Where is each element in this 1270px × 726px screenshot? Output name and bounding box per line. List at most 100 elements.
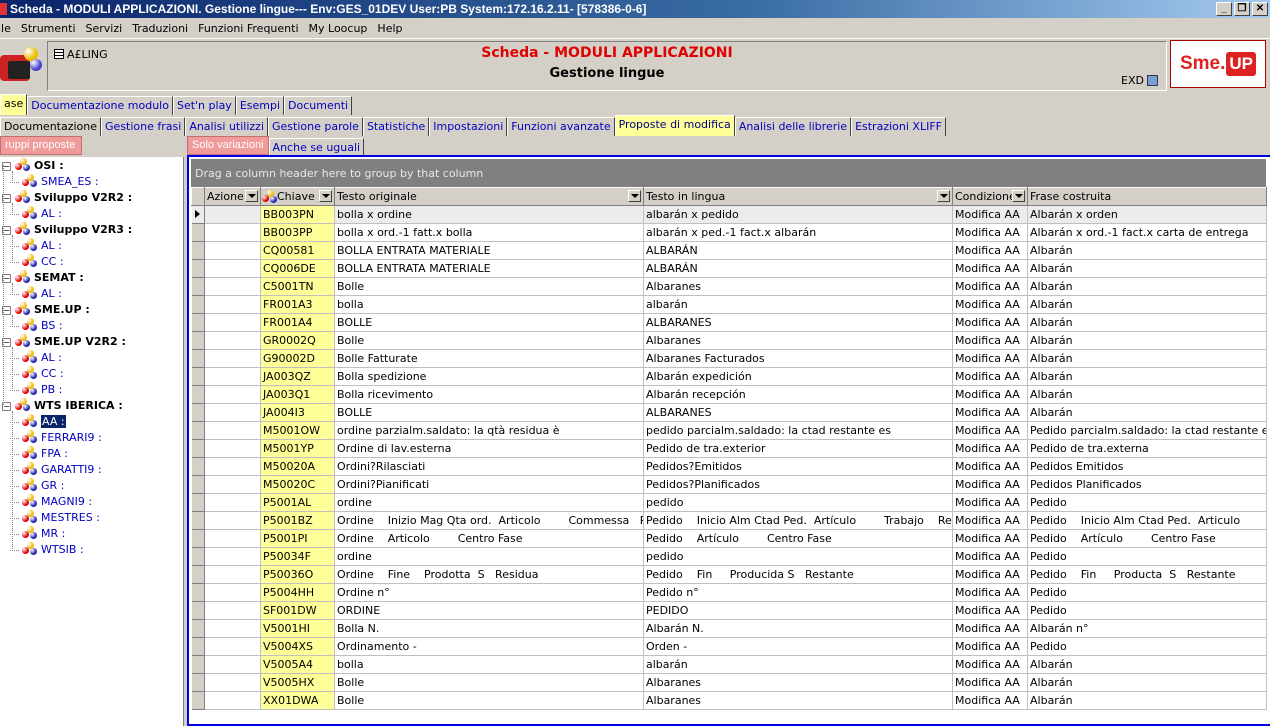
cell-testo-originale[interactable]: Bolla spedizione — [334, 367, 644, 386]
cell-testo-in-lingua[interactable]: Albaranes Facturados — [643, 349, 953, 368]
table-row[interactable]: CQ006DE BOLLA ENTRATA MATERIALE ALBARÁN Mod… — [191, 259, 1267, 278]
cell-testo-originale[interactable]: Ordine di lav.esterna — [334, 439, 644, 458]
cell-chiave[interactable]: M50020C — [260, 475, 335, 494]
row-selector[interactable] — [191, 655, 205, 674]
cell-chiave[interactable]: SF001DW — [260, 601, 335, 620]
column-header-testo-originale[interactable]: Testo originale — [334, 187, 644, 206]
cell-frase-costruita[interactable]: Albarán — [1027, 691, 1267, 710]
row-selector[interactable] — [191, 547, 205, 566]
cell-testo-originale[interactable]: bolla x ordine — [334, 205, 644, 224]
restore-button[interactable]: ❐ — [1234, 2, 1250, 16]
row-selector[interactable] — [191, 421, 205, 440]
table-row[interactable]: M5001YP Ordine di lav.esterna Pedido de tr… — [191, 439, 1267, 458]
cell-testo-originale[interactable]: Ordine Inizio Mag Qta ord. Articolo Comm… — [334, 511, 644, 530]
cell-condizione[interactable]: Modifica AA — [952, 223, 1028, 242]
table-row[interactable]: CQ00581 BOLLA ENTRATA MATERIALE ALBARÁN Mod… — [191, 241, 1267, 260]
cell-testo-originale[interactable]: ordine — [334, 547, 644, 566]
cell-testo-in-lingua[interactable]: albarán — [643, 295, 953, 314]
cell-condizione[interactable]: Modifica AA — [952, 565, 1028, 584]
row-selector[interactable] — [191, 619, 205, 638]
tree-group-node[interactable]: − SEMAT : — [2, 270, 84, 286]
cell-azione[interactable] — [204, 205, 261, 224]
tree-leaf-node[interactable]: CC : — [10, 366, 64, 382]
tree-leaf-node[interactable]: AL : — [10, 286, 62, 302]
cell-condizione[interactable]: Modifica AA — [952, 421, 1028, 440]
cell-condizione[interactable]: Modifica AA — [952, 349, 1028, 368]
menu-help[interactable]: Help — [372, 22, 407, 35]
cell-condizione[interactable]: Modifica AA — [952, 493, 1028, 512]
menu-traduzioni[interactable]: Traduzioni — [127, 22, 193, 35]
cell-azione[interactable] — [204, 619, 261, 638]
menu-servizi[interactable]: Servizi — [81, 22, 128, 35]
cell-testo-in-lingua[interactable]: Pedido n° — [643, 583, 953, 602]
filter-dropdown-icon[interactable] — [937, 190, 950, 202]
row-selector[interactable] — [191, 529, 205, 548]
cell-frase-costruita[interactable]: Albarán — [1027, 673, 1267, 692]
row-selector[interactable] — [191, 691, 205, 710]
cell-chiave[interactable]: V5005HX — [260, 673, 335, 692]
row-selector[interactable] — [191, 583, 205, 602]
cell-testo-originale[interactable]: BOLLA ENTRATA MATERIALE — [334, 259, 644, 278]
cell-chiave[interactable]: P5001AL — [260, 493, 335, 512]
cell-testo-in-lingua[interactable]: pedido — [643, 547, 953, 566]
tree-leaf-node[interactable]: MR : — [10, 526, 65, 542]
cell-testo-in-lingua[interactable]: Pedido Artículo Centro Fase — [643, 529, 953, 548]
cell-azione[interactable] — [204, 223, 261, 242]
cell-chiave[interactable]: P50036O — [260, 565, 335, 584]
cell-testo-in-lingua[interactable]: albarán x ped.-1 fact.x albarán — [643, 223, 953, 242]
tree-leaf-node[interactable]: GARATTI9 : — [10, 462, 102, 478]
tree-leaf-node[interactable]: SMEA_ES : — [10, 174, 99, 190]
cell-azione[interactable] — [204, 421, 261, 440]
row-selector[interactable] — [191, 349, 205, 368]
cell-azione[interactable] — [204, 331, 261, 350]
tree-leaf-node[interactable]: WTSIB : — [10, 542, 84, 558]
cell-condizione[interactable]: Modifica AA — [952, 637, 1028, 656]
cell-chiave[interactable]: G90002D — [260, 349, 335, 368]
tab-estrazioni-xliff[interactable]: Estrazioni XLIFF — [851, 117, 946, 136]
filter-dropdown-icon[interactable] — [245, 190, 258, 202]
table-row[interactable]: M5001OW ordine parzialm.saldato: la qtà r… — [191, 421, 1267, 440]
cell-testo-originale[interactable]: bolla — [334, 295, 644, 314]
tree-leaf-node[interactable]: AA : — [10, 414, 66, 430]
cell-chiave[interactable]: V5004XS — [260, 637, 335, 656]
cell-azione[interactable] — [204, 601, 261, 620]
column-header-condizione[interactable]: Condizione — [952, 187, 1028, 206]
tab-proposte-di-modifica[interactable]: Proposte di modifica — [614, 115, 735, 136]
table-row[interactable]: G90002D Bolle Fatturate Albaranes Facturad… — [191, 349, 1267, 368]
cell-condizione[interactable]: Modifica AA — [952, 547, 1028, 566]
cell-chiave[interactable]: P5004HH — [260, 583, 335, 602]
cell-testo-originale[interactable]: ORDINE — [334, 601, 644, 620]
cell-azione[interactable] — [204, 529, 261, 548]
table-row[interactable]: XX01DWA Bolle Albaranes Modifica AA Albarán — [191, 691, 1267, 710]
cell-testo-originale[interactable]: BOLLE — [334, 403, 644, 422]
cell-testo-originale[interactable]: bolla — [334, 655, 644, 674]
cell-testo-originale[interactable]: Bolle — [334, 673, 644, 692]
row-selector[interactable] — [191, 601, 205, 620]
cell-condizione[interactable]: Modifica AA — [952, 655, 1028, 674]
column-header-azione[interactable]: Azione — [204, 187, 261, 206]
table-row[interactable]: C5001TN Bolle Albaranes Modifica AA Albarán — [191, 277, 1267, 296]
cell-azione[interactable] — [204, 295, 261, 314]
cell-chiave[interactable]: P50034F — [260, 547, 335, 566]
table-row[interactable]: P50034F ordine pedido Modifica AA Pedido — [191, 547, 1267, 566]
cell-testo-originale[interactable]: ordine — [334, 493, 644, 512]
cell-testo-originale[interactable]: Bolle Fatturate — [334, 349, 644, 368]
cell-testo-in-lingua[interactable]: ALBARÁN — [643, 259, 953, 278]
column-header-frase-costruita[interactable]: Frase costruita — [1027, 187, 1267, 206]
table-row[interactable]: V5001HI Bolla N. Albarán N. Modifica AA Alba… — [191, 619, 1267, 638]
cell-frase-costruita[interactable]: Albarán x ord.-1 fact.x carta de entrega — [1027, 223, 1267, 242]
cell-condizione[interactable]: Modifica AA — [952, 277, 1028, 296]
cell-chiave[interactable]: CQ006DE — [260, 259, 335, 278]
cell-frase-costruita[interactable]: Albarán — [1027, 349, 1267, 368]
table-row[interactable]: V5004XS Ordinamento - Orden - Modifica AA Pe… — [191, 637, 1267, 656]
tab-base[interactable]: ase — [0, 94, 28, 115]
cell-azione[interactable] — [204, 439, 261, 458]
table-row[interactable]: M50020C Ordini?Pianificati Pedidos?Planifi… — [191, 475, 1267, 494]
table-row[interactable]: JA004I3 BOLLE ALBARANES Modifica AA Albarán — [191, 403, 1267, 422]
cell-testo-in-lingua[interactable]: ALBARÁN — [643, 241, 953, 260]
row-selector[interactable] — [191, 367, 205, 386]
cell-frase-costruita[interactable]: Albarán — [1027, 367, 1267, 386]
cell-testo-originale[interactable]: Ordine Articolo Centro Fase — [334, 529, 644, 548]
cell-testo-originale[interactable]: Ordini?Pianificati — [334, 475, 644, 494]
cell-chiave[interactable]: M5001OW — [260, 421, 335, 440]
